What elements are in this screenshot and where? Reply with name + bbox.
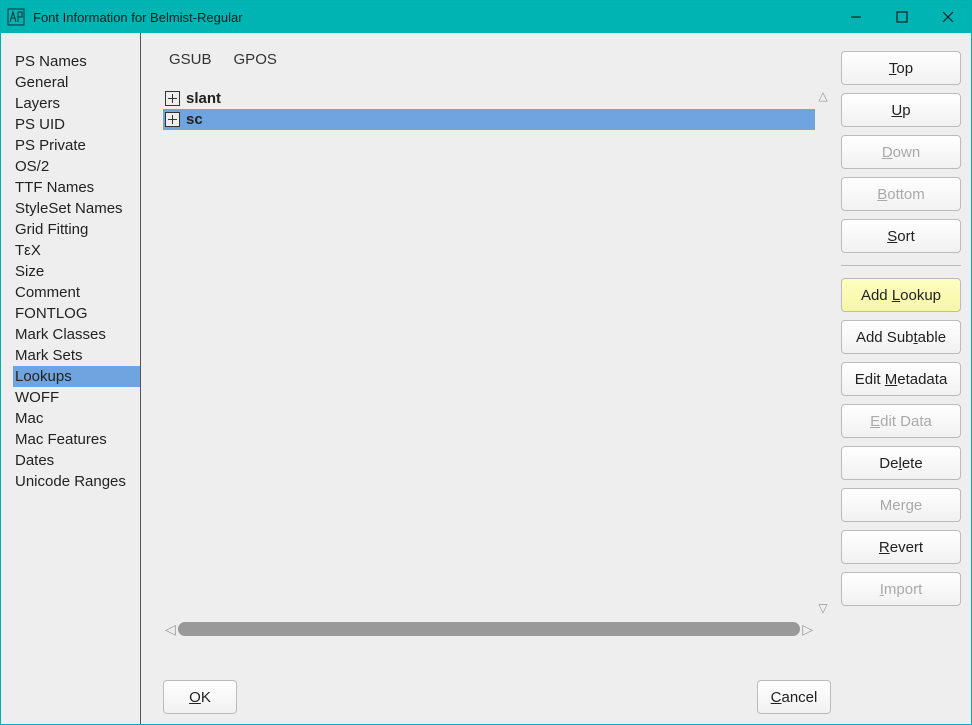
expand-icon[interactable] — [165, 91, 180, 106]
sidebar-item-woff[interactable]: WOFF — [13, 387, 140, 408]
lookup-tabs: GSUB GPOS — [163, 51, 831, 68]
edit-data-button: Edit Data — [841, 404, 961, 438]
horizontal-scrollbar[interactable]: ◁ ▷ — [163, 620, 815, 638]
revert-button[interactable]: Revert — [841, 530, 961, 564]
sidebar-item-mac[interactable]: Mac — [13, 408, 140, 429]
lookup-row[interactable]: sc — [163, 109, 815, 130]
lookup-list-area: slant sc △ ▽ — [163, 88, 831, 616]
titlebar: Font Information for Belmist-Regular — [1, 1, 971, 33]
sidebar-item-ps-names[interactable]: PS Names — [13, 51, 140, 72]
scroll-up-arrow-icon[interactable]: △ — [818, 90, 827, 102]
sidebar-item-dates[interactable]: Dates — [13, 450, 140, 471]
delete-button[interactable]: Delete — [841, 446, 961, 480]
tab-gsub[interactable]: GSUB — [169, 51, 212, 68]
minimize-button[interactable] — [833, 1, 879, 33]
sidebar-item-t-x[interactable]: TεX — [13, 240, 140, 261]
merge-button: Merge — [841, 488, 961, 522]
sidebar-item-size[interactable]: Size — [13, 261, 140, 282]
up-button[interactable]: Up — [841, 93, 961, 127]
sidebar-item-general[interactable]: General — [13, 72, 140, 93]
window: Font Information for Belmist-Regular PS … — [0, 0, 972, 725]
maximize-button[interactable] — [879, 1, 925, 33]
lookup-row[interactable]: slant — [163, 88, 815, 109]
expand-icon[interactable] — [165, 112, 180, 127]
sort-button[interactable]: Sort — [841, 219, 961, 253]
sidebar-item-ps-private[interactable]: PS Private — [13, 135, 140, 156]
sidebar-item-ps-uid[interactable]: PS UID — [13, 114, 140, 135]
sidebar-item-mark-sets[interactable]: Mark Sets — [13, 345, 140, 366]
sidebar-item-unicode-ranges[interactable]: Unicode Ranges — [13, 471, 140, 492]
bottom-button: Bottom — [841, 177, 961, 211]
top-button[interactable]: Top — [841, 51, 961, 85]
sidebar-item-ttf-names[interactable]: TTF Names — [13, 177, 140, 198]
down-button: Down — [841, 135, 961, 169]
lookup-list[interactable]: slant sc — [163, 88, 815, 616]
sidebar-item-mark-classes[interactable]: Mark Classes — [13, 324, 140, 345]
sidebar-item-lookups[interactable]: Lookups — [13, 366, 140, 387]
edit-metadata-button[interactable]: Edit Metadata — [841, 362, 961, 396]
add-lookup-button[interactable]: Add Lookup — [841, 278, 961, 312]
main-panel: GSUB GPOS slant sc △ ▽ ◁ ▷ OK Cancel — [145, 33, 841, 724]
right-button-column: Top Up Down Bottom Sort Add Lookup Add Subtabl… — [841, 33, 971, 724]
app-icon — [7, 8, 25, 26]
scroll-down-arrow-icon[interactable]: ▽ — [818, 602, 827, 614]
sidebar-item-os-2[interactable]: OS/2 — [13, 156, 140, 177]
tab-gpos[interactable]: GPOS — [234, 51, 277, 68]
sidebar: PS NamesGeneralLayersPS UIDPS PrivateOS/… — [1, 33, 141, 724]
dialog-footer: OK Cancel — [163, 680, 831, 714]
lookup-name: sc — [186, 111, 203, 128]
window-controls — [833, 1, 971, 33]
sidebar-item-fontlog[interactable]: FONTLOG — [13, 303, 140, 324]
ok-button[interactable]: OK — [163, 680, 237, 714]
sidebar-item-layers[interactable]: Layers — [13, 93, 140, 114]
scroll-thumb[interactable] — [178, 622, 800, 636]
window-title: Font Information for Belmist-Regular — [33, 10, 833, 25]
add-subtable-button[interactable]: Add Subtable — [841, 320, 961, 354]
vertical-scrollbar[interactable]: △ ▽ — [815, 88, 831, 616]
sidebar-item-comment[interactable]: Comment — [13, 282, 140, 303]
close-button[interactable] — [925, 1, 971, 33]
import-button: Import — [841, 572, 961, 606]
scroll-right-arrow-icon[interactable]: ▷ — [800, 622, 815, 636]
client-area: PS NamesGeneralLayersPS UIDPS PrivateOS/… — [1, 33, 971, 724]
sidebar-item-styleset-names[interactable]: StyleSet Names — [13, 198, 140, 219]
sidebar-item-mac-features[interactable]: Mac Features — [13, 429, 140, 450]
divider — [841, 265, 961, 266]
cancel-button[interactable]: Cancel — [757, 680, 831, 714]
sidebar-item-grid-fitting[interactable]: Grid Fitting — [13, 219, 140, 240]
scroll-left-arrow-icon[interactable]: ◁ — [163, 622, 178, 636]
lookup-name: slant — [186, 90, 221, 107]
